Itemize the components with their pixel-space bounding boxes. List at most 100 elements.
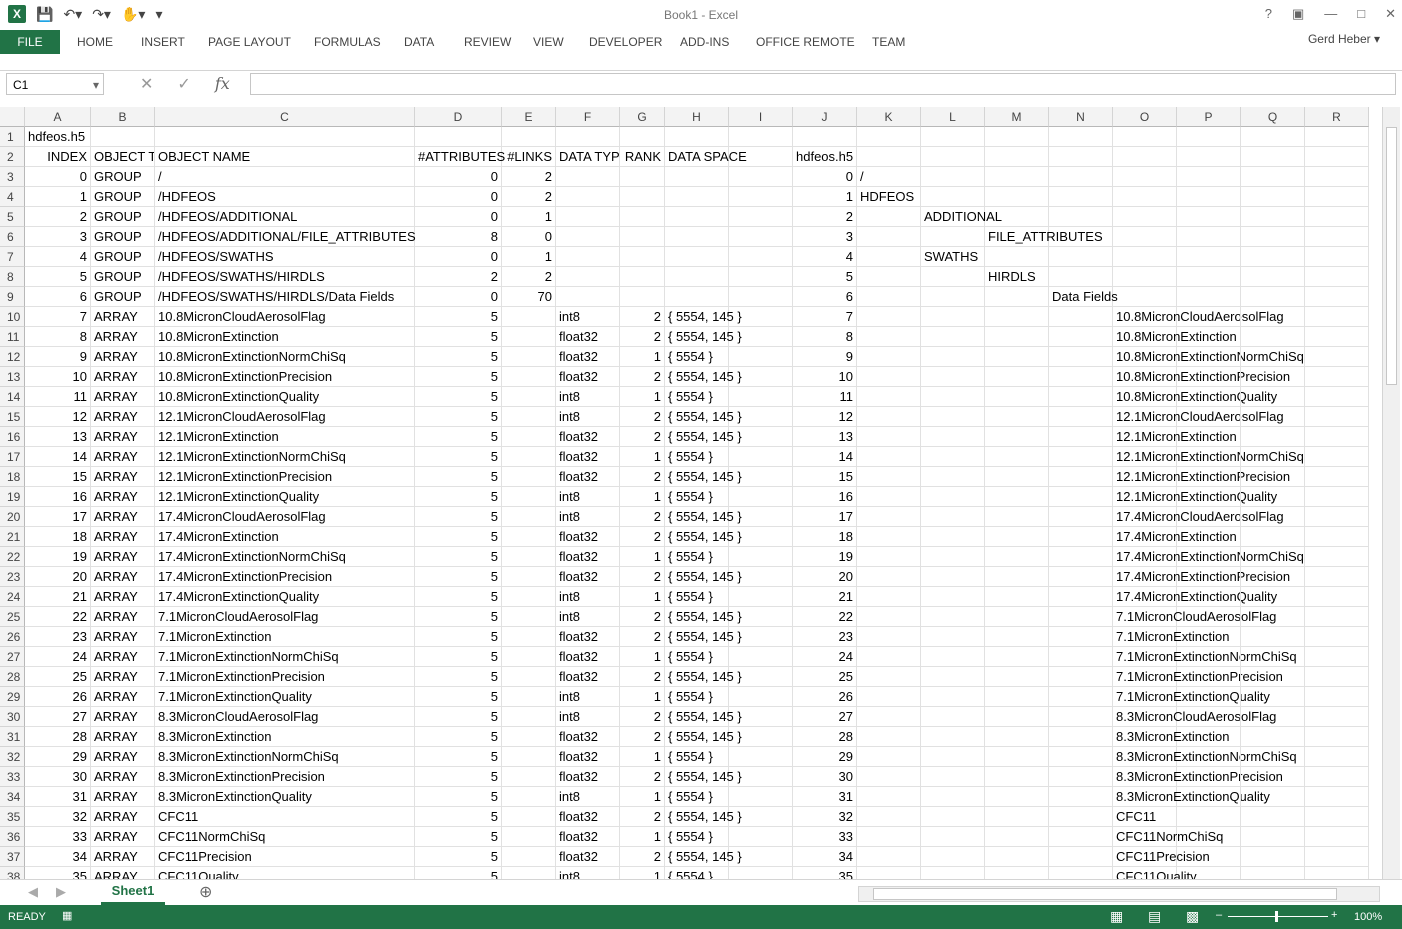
- cell-a26[interactable]: 23: [25, 627, 91, 647]
- cell-l15[interactable]: [921, 407, 985, 427]
- cell-k28[interactable]: [857, 667, 921, 687]
- cell-c4[interactable]: /HDFEOS: [155, 187, 415, 207]
- row-header[interactable]: 5: [0, 207, 25, 227]
- cell-o25[interactable]: 7.1MicronCloudAerosolFlag: [1113, 607, 1276, 627]
- cell-f26[interactable]: float32: [556, 627, 620, 647]
- cell-c16[interactable]: 12.1MicronExtinction: [155, 427, 415, 447]
- cell-h23[interactable]: { 5554, 145 }: [665, 567, 742, 587]
- row-header[interactable]: 9: [0, 287, 25, 307]
- cell-p10[interactable]: [1177, 307, 1241, 327]
- cell-r33[interactable]: [1305, 767, 1369, 787]
- zoom-in-icon[interactable]: +: [1331, 909, 1337, 921]
- cell-r27[interactable]: [1305, 647, 1369, 667]
- cell-o30[interactable]: 8.3MicronCloudAerosolFlag: [1113, 707, 1276, 727]
- cell-b21[interactable]: ARRAY: [91, 527, 155, 547]
- cell-b23[interactable]: ARRAY: [91, 567, 155, 587]
- cell-k9[interactable]: [857, 287, 921, 307]
- cell-n22[interactable]: [1049, 547, 1113, 567]
- cell-r3[interactable]: [1305, 167, 1369, 187]
- cell-o3[interactable]: [1113, 167, 1177, 187]
- cell-d10[interactable]: 5: [415, 307, 502, 327]
- cell-f11[interactable]: float32: [556, 327, 620, 347]
- cell-a13[interactable]: 10: [25, 367, 91, 387]
- cell-e36[interactable]: [502, 827, 556, 847]
- cell-k7[interactable]: [857, 247, 921, 267]
- cell-d30[interactable]: 5: [415, 707, 502, 727]
- tab-office-remote[interactable]: OFFICE REMOTE: [756, 35, 855, 49]
- page-layout-view-icon[interactable]: ▤: [1148, 908, 1161, 925]
- cell-r13[interactable]: [1305, 367, 1369, 387]
- cell-q25[interactable]: [1241, 607, 1305, 627]
- cell-k23[interactable]: [857, 567, 921, 587]
- cell-b5[interactable]: GROUP: [91, 207, 155, 227]
- cell-r14[interactable]: [1305, 387, 1369, 407]
- cell-i28[interactable]: [729, 667, 793, 687]
- cell-d23[interactable]: 5: [415, 567, 502, 587]
- cell-g28[interactable]: 2: [620, 667, 665, 687]
- cell-i7[interactable]: [729, 247, 793, 267]
- cell-a8[interactable]: 5: [25, 267, 91, 287]
- cell-l13[interactable]: [921, 367, 985, 387]
- cell-k2[interactable]: [857, 147, 921, 167]
- cell-g30[interactable]: 2: [620, 707, 665, 727]
- cell-c34[interactable]: 8.3MicronExtinctionQuality: [155, 787, 415, 807]
- cell-o20[interactable]: 17.4MicronCloudAerosolFlag: [1113, 507, 1284, 527]
- row-header[interactable]: 15: [0, 407, 25, 427]
- cell-p4[interactable]: [1177, 187, 1241, 207]
- cell-j33[interactable]: 30: [793, 767, 857, 787]
- cell-f13[interactable]: float32: [556, 367, 620, 387]
- cell-q14[interactable]: [1241, 387, 1305, 407]
- plus-circle-icon[interactable]: ⊕: [199, 882, 212, 902]
- cell-p22[interactable]: [1177, 547, 1241, 567]
- cell-q26[interactable]: [1241, 627, 1305, 647]
- cell-i3[interactable]: [729, 167, 793, 187]
- cell-m6[interactable]: FILE_ATTRIBUTES: [985, 227, 1103, 247]
- cell-n38[interactable]: [1049, 867, 1113, 879]
- cell-c23[interactable]: 17.4MicronExtinctionPrecision: [155, 567, 415, 587]
- cell-g23[interactable]: 2: [620, 567, 665, 587]
- cell-m17[interactable]: [985, 447, 1049, 467]
- row-header[interactable]: 3: [0, 167, 25, 187]
- cell-g26[interactable]: 2: [620, 627, 665, 647]
- cell-g18[interactable]: 2: [620, 467, 665, 487]
- cell-n30[interactable]: [1049, 707, 1113, 727]
- row-header[interactable]: 4: [0, 187, 25, 207]
- cell-a24[interactable]: 21: [25, 587, 91, 607]
- cell-p5[interactable]: [1177, 207, 1241, 227]
- cell-g9[interactable]: [620, 287, 665, 307]
- cell-g17[interactable]: 1: [620, 447, 665, 467]
- cell-m31[interactable]: [985, 727, 1049, 747]
- cell-f17[interactable]: float32: [556, 447, 620, 467]
- cell-o19[interactable]: 12.1MicronExtinctionQuality: [1113, 487, 1277, 507]
- cell-g11[interactable]: 2: [620, 327, 665, 347]
- cell-q4[interactable]: [1241, 187, 1305, 207]
- cell-r5[interactable]: [1305, 207, 1369, 227]
- cell-g20[interactable]: 2: [620, 507, 665, 527]
- prev-sheet-icon[interactable]: ◀: [28, 884, 38, 900]
- cell-n18[interactable]: [1049, 467, 1113, 487]
- select-all-corner[interactable]: [0, 107, 25, 127]
- cell-o5[interactable]: [1113, 207, 1177, 227]
- cell-l28[interactable]: [921, 667, 985, 687]
- cell-a31[interactable]: 28: [25, 727, 91, 747]
- cell-e1[interactable]: [502, 127, 556, 147]
- cell-l21[interactable]: [921, 527, 985, 547]
- insert-function-icon[interactable]: fx: [215, 74, 230, 94]
- cell-j14[interactable]: 11: [793, 387, 857, 407]
- column-header-m[interactable]: M: [985, 107, 1049, 127]
- cell-a29[interactable]: 26: [25, 687, 91, 707]
- tab-developer[interactable]: DEVELOPER: [589, 35, 662, 49]
- cell-l27[interactable]: [921, 647, 985, 667]
- cell-c26[interactable]: 7.1MicronExtinction: [155, 627, 415, 647]
- cell-n16[interactable]: [1049, 427, 1113, 447]
- cell-m19[interactable]: [985, 487, 1049, 507]
- cell-i30[interactable]: [729, 707, 793, 727]
- cell-m9[interactable]: [985, 287, 1049, 307]
- cell-i4[interactable]: [729, 187, 793, 207]
- cell-h37[interactable]: { 5554, 145 }: [665, 847, 742, 867]
- cell-g35[interactable]: 2: [620, 807, 665, 827]
- cell-d36[interactable]: 5: [415, 827, 502, 847]
- cell-e10[interactable]: [502, 307, 556, 327]
- cell-i33[interactable]: [729, 767, 793, 787]
- cell-f12[interactable]: float32: [556, 347, 620, 367]
